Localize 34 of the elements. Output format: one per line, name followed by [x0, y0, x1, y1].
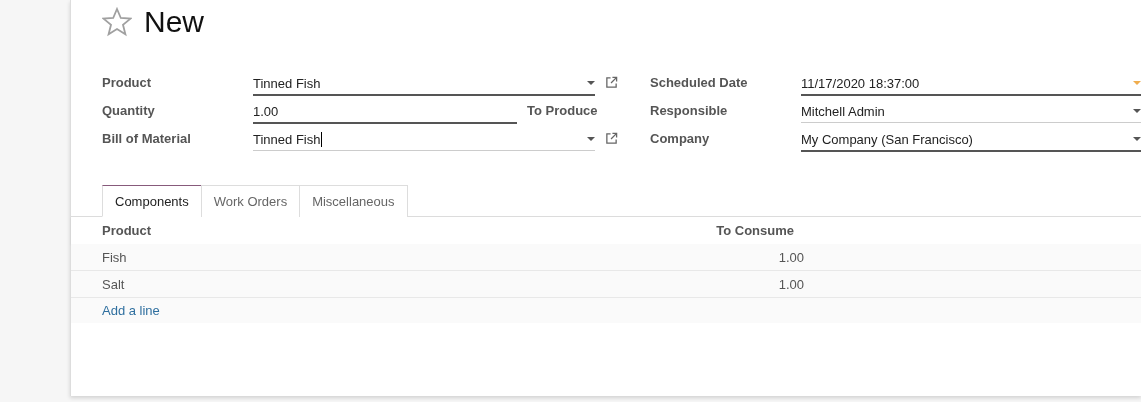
caret-icon: [587, 81, 595, 85]
caret-icon: [587, 137, 595, 141]
quantity-field[interactable]: 1.00: [253, 100, 517, 124]
unit-label: To Produce: [527, 102, 599, 120]
table-row[interactable]: Salt 1.00: [71, 271, 1141, 298]
dropdown-field[interactable]: Mitchell Admin: [801, 100, 1141, 123]
dropdown-field[interactable]: My Company (San Francisco): [801, 128, 1141, 152]
table-cell-text: Fish: [102, 249, 128, 265]
external-link-icon[interactable]: [605, 132, 618, 145]
field-label: Responsible: [650, 102, 729, 120]
tab[interactable]: Work Orders: [200, 185, 301, 217]
star-icon[interactable]: [102, 7, 132, 37]
field-label: Product: [102, 74, 153, 92]
table-cell-text: 1.00: [777, 276, 804, 292]
caret-icon: [1133, 137, 1141, 141]
column-header: Product: [102, 223, 153, 238]
dropdown-field[interactable]: Tinned Fish: [253, 72, 595, 96]
dropdown-field[interactable]: Tinned Fish: [253, 128, 595, 151]
field-label: Quantity: [102, 102, 156, 120]
caret-icon: [1133, 109, 1141, 113]
record-title: New: [144, 4, 204, 40]
field-label: Company: [650, 130, 711, 148]
field-label: Scheduled Date: [650, 74, 749, 92]
external-link-icon[interactable]: [605, 76, 618, 89]
tab[interactable]: Components: [102, 185, 202, 217]
tab[interactable]: Miscellaneous: [299, 185, 408, 217]
date-field[interactable]: 11/17/2020 18:37:00: [801, 72, 1141, 96]
table-cell-text: 1.00: [777, 249, 804, 265]
table-cell-text: Salt: [102, 276, 126, 292]
field-label: Bill of Material: [102, 130, 192, 148]
add-line-link[interactable]: Add a line: [102, 303, 160, 318]
column-header: To Consume: [715, 223, 794, 238]
caret-icon: [1133, 81, 1141, 85]
table-row[interactable]: Fish 1.00: [71, 244, 1141, 271]
